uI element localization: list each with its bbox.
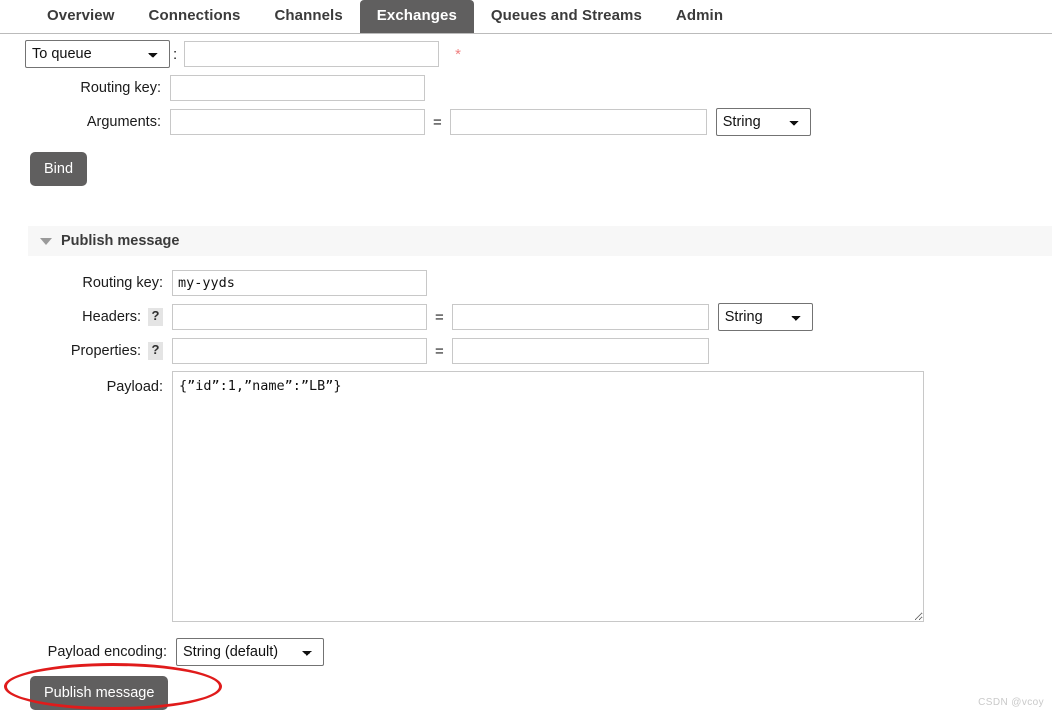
caret-down-icon[interactable] <box>40 237 52 245</box>
binding-argument-value-input[interactable] <box>449 109 707 135</box>
binding-destination-type-select[interactable]: To queue To exchange <box>25 40 170 68</box>
publish-header-name-input[interactable] <box>172 304 427 330</box>
publish-payload-encoding-select[interactable]: String (default) Base64 <box>176 638 324 666</box>
publish-property-value-input[interactable] <box>451 338 709 364</box>
binding-routing-key-row: Routing key: <box>0 75 1052 101</box>
publish-property-name-input[interactable] <box>172 338 427 364</box>
binding-destination-label-cell: To queue To exchange <box>0 40 170 68</box>
publish-headers-label-cell: Headers: ? <box>0 308 172 326</box>
publish-message-section-title: Publish message <box>61 233 180 249</box>
publish-routing-key-label: Routing key: <box>82 275 163 291</box>
tab-overview[interactable]: Overview <box>30 0 132 33</box>
publish-routing-key-input[interactable] <box>172 270 427 296</box>
watermark-text: CSDN @vcoy <box>978 697 1044 708</box>
tab-exchanges[interactable]: Exchanges <box>359 0 474 33</box>
properties-help-icon[interactable]: ? <box>148 342 163 360</box>
binding-argument-equals: = <box>433 113 442 131</box>
nav-tab-list: Overview Connections Channels Exchanges … <box>30 0 740 33</box>
binding-arguments-label: Arguments: <box>86 114 161 130</box>
bind-button-container: Bind <box>30 152 1052 186</box>
bind-button[interactable]: Bind <box>30 152 88 186</box>
publish-button-container: Publish message <box>30 676 1052 710</box>
publish-payload-row: Payload: {”id”:1,”name”:”LB”} <box>0 371 1052 622</box>
tab-queues-and-streams[interactable]: Queues and Streams <box>474 0 659 33</box>
publish-headers-row: Headers: ? = String Number Boolean List <box>0 303 1052 331</box>
destination-colon: : <box>173 45 178 63</box>
tab-admin[interactable]: Admin <box>659 0 740 33</box>
tab-connections[interactable]: Connections <box>132 0 258 33</box>
binding-argument-type-select[interactable]: String Number Boolean List <box>715 108 811 136</box>
tab-channels[interactable]: Channels <box>257 0 359 33</box>
publish-headers-label: Headers: <box>82 309 141 325</box>
publish-header-type-select[interactable]: String Number Boolean List <box>717 303 813 331</box>
publish-message-section-header[interactable]: Publish message <box>28 226 1052 256</box>
publish-message-button[interactable]: Publish message <box>30 676 169 710</box>
binding-argument-name-input[interactable] <box>170 109 425 135</box>
publish-payload-textarea[interactable]: {”id”:1,”name”:”LB”} <box>172 371 924 622</box>
publish-properties-label: Properties: <box>70 343 141 359</box>
publish-properties-label-cell: Properties: ? <box>0 342 172 360</box>
binding-routing-key-input[interactable] <box>170 75 425 101</box>
publish-routing-key-row: Routing key: <box>0 270 1052 296</box>
binding-destination-row: To queue To exchange : * <box>0 40 1052 68</box>
publish-message-form: Routing key: Headers: ? = String Number … <box>0 270 1052 710</box>
binding-destination-input[interactable] <box>184 41 440 67</box>
required-asterisk: * <box>455 45 462 63</box>
binding-arguments-row: Arguments: = String Number Boolean List <box>0 108 1052 136</box>
headers-help-icon[interactable]: ? <box>148 308 163 326</box>
publish-payload-label: Payload: <box>106 379 163 395</box>
publish-header-equals: = <box>435 308 444 326</box>
main-navigation-bar: Overview Connections Channels Exchanges … <box>0 0 1052 34</box>
publish-payload-encoding-row: Payload encoding: String (default) Base6… <box>0 638 1052 666</box>
publish-properties-row: Properties: ? = <box>0 338 1052 364</box>
add-binding-form: To queue To exchange : * Routing key: Ar… <box>0 40 1052 186</box>
binding-routing-key-label: Routing key: <box>80 80 161 96</box>
publish-header-value-input[interactable] <box>451 304 709 330</box>
publish-payload-encoding-label: Payload encoding: <box>47 644 167 660</box>
publish-property-equals: = <box>435 342 444 360</box>
